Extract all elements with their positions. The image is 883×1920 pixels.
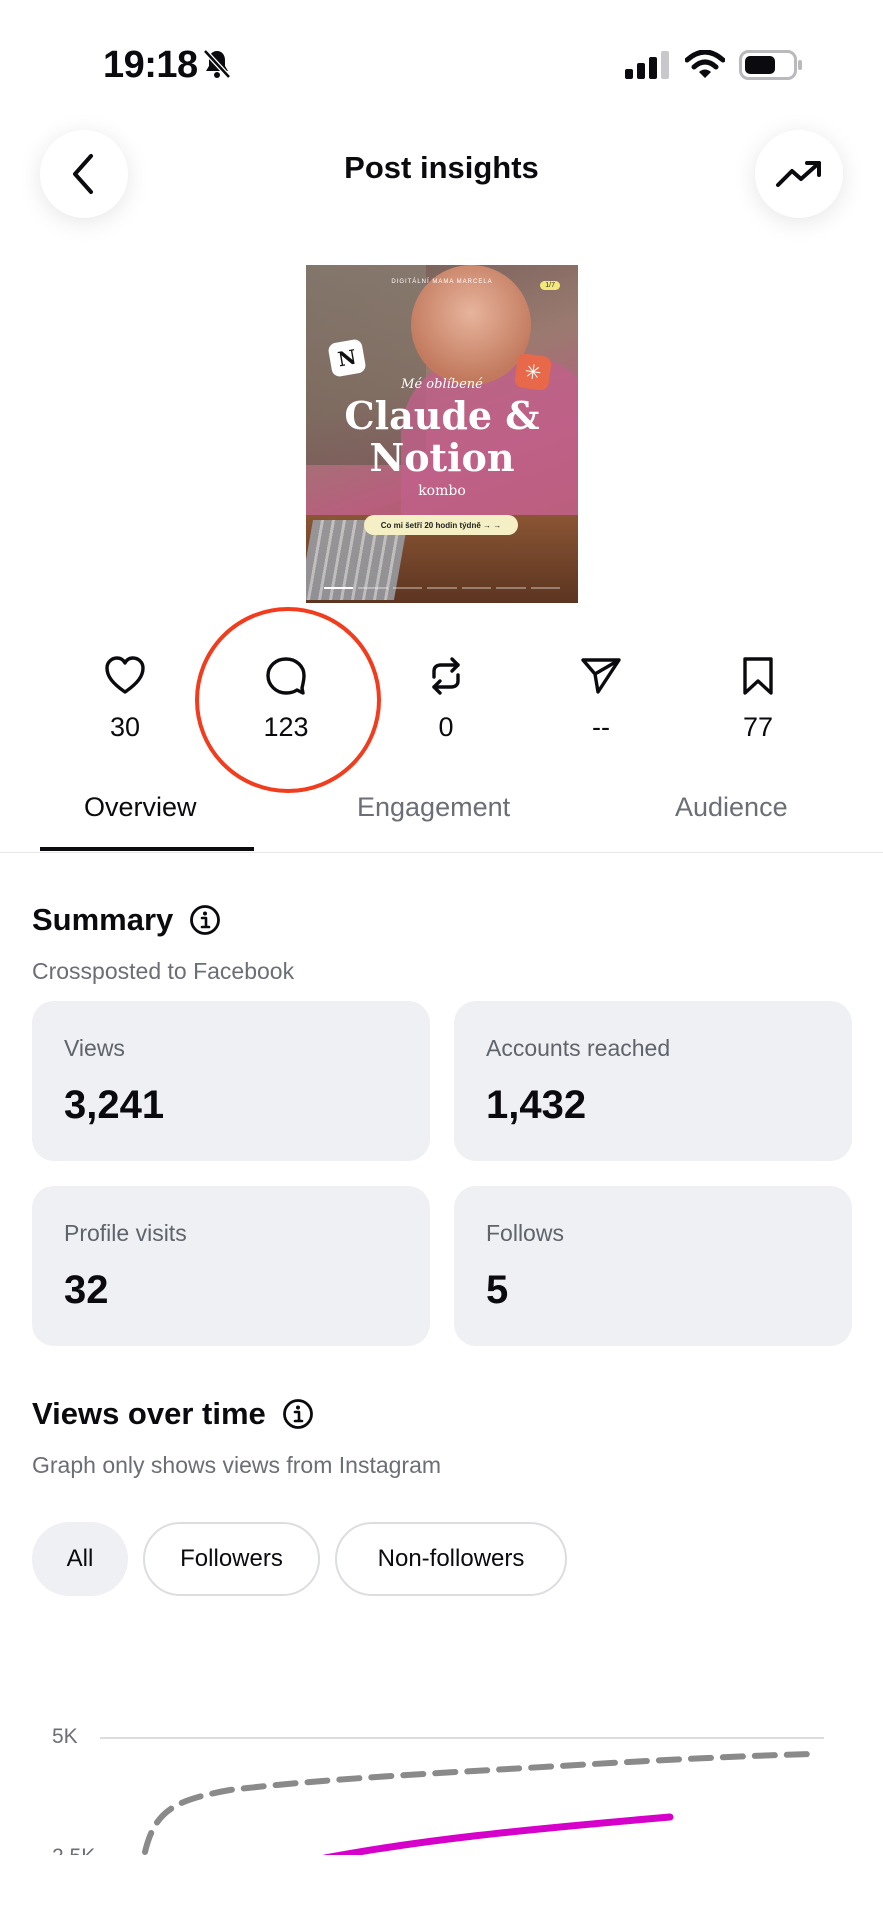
metric-reposts[interactable]: 0: [386, 652, 506, 743]
metric-comments[interactable]: 123: [226, 652, 346, 743]
y-tick-5k: 5K: [52, 1725, 78, 1748]
card-follows-label: Follows: [486, 1220, 564, 1246]
battery-icon: [739, 50, 802, 80]
card-profile-visits-label: Profile visits: [64, 1220, 187, 1246]
card-follows: Follows 5: [454, 1186, 852, 1346]
bookmark-icon: [743, 657, 773, 695]
status-icons: [625, 50, 803, 80]
metrics-row: 30 123 0 -- 77: [0, 652, 883, 752]
metric-shares-value: --: [592, 712, 610, 742]
notion-logo-icon: N: [327, 338, 367, 378]
filter-all-chip[interactable]: All: [32, 1522, 128, 1596]
summary-title: Summary: [32, 902, 174, 937]
metric-shares[interactable]: --: [541, 652, 661, 743]
card-views: Views 3,241: [32, 1001, 430, 1161]
card-views-label: Views: [64, 1035, 125, 1061]
info-icon[interactable]: [282, 1398, 314, 1430]
thumbnail-line-kombo: kombo: [418, 483, 466, 499]
series-solid-line: [323, 1813, 674, 1855]
summary-subtitle: Crossposted to Facebook: [32, 958, 295, 984]
tab-audience[interactable]: Audience: [675, 792, 788, 823]
views-chart: 5K 2.5K: [0, 1700, 883, 1855]
metric-likes-value: 30: [109, 712, 141, 742]
carousel-indicator: [324, 587, 560, 589]
status-time: 19:18: [103, 44, 198, 86]
bell-muted-icon: [203, 49, 231, 79]
trending-up-icon: [776, 161, 821, 187]
tab-overview[interactable]: Overview: [84, 792, 197, 823]
card-follows-value: 5: [486, 1268, 509, 1312]
signal-icon: [625, 51, 669, 79]
page-title: Post insights: [344, 150, 539, 185]
thumbnail-line-big-1: Claude &: [344, 393, 540, 438]
card-accounts-reached-value: 1,432: [486, 1083, 587, 1127]
tab-bar: Overview Engagement Audience: [0, 780, 883, 853]
comment-icon: [266, 657, 306, 695]
chart-plot: [100, 1737, 824, 1855]
thumbnail-line-big-2: Notion: [369, 435, 515, 480]
card-accounts-reached: Accounts reached 1,432: [454, 1001, 852, 1161]
metric-comments-value: 123: [263, 712, 309, 742]
status-bar: 19:18: [0, 0, 883, 130]
thumbnail-pager: 1/7: [540, 281, 560, 290]
header: Post insights: [0, 120, 883, 220]
info-icon[interactable]: [189, 904, 221, 936]
thumbnail-cta: Co mi šetří 20 hodin týdně → →: [364, 515, 518, 535]
repost-icon: [432, 657, 460, 695]
card-accounts-reached-label: Accounts reached: [486, 1035, 671, 1061]
tab-engagement[interactable]: Engagement: [357, 792, 510, 823]
filter-non-followers-chip[interactable]: Non-followers: [335, 1522, 567, 1596]
metric-saves-value: 77: [742, 712, 774, 742]
y-tick-2-5k: 2.5K: [52, 1845, 95, 1855]
views-over-time-heading: Views over time: [32, 1396, 314, 1432]
views-over-time-subtitle: Graph only shows views from Instagram: [32, 1452, 442, 1478]
trend-button[interactable]: [755, 130, 843, 218]
summary-heading: Summary: [32, 902, 221, 938]
metric-reposts-value: 0: [438, 712, 454, 742]
metric-likes[interactable]: 30: [65, 652, 185, 743]
metric-saves[interactable]: 77: [698, 652, 818, 743]
card-profile-visits-value: 32: [64, 1268, 109, 1312]
wifi-icon: [685, 50, 725, 78]
active-tab-underline: [40, 847, 254, 851]
filter-followers-chip[interactable]: Followers: [143, 1522, 320, 1596]
post-thumbnail[interactable]: DIGITÁLNÍ MAMA MARCELA 1/7 N ✳ Mé oblíbe…: [306, 265, 578, 603]
share-icon: [581, 658, 621, 694]
card-views-value: 3,241: [64, 1083, 165, 1127]
thumbnail-brand: DIGITÁLNÍ MAMA MARCELA: [391, 279, 493, 285]
thumbnail-line-small: Mé oblíbené: [401, 377, 483, 392]
views-over-time-title: Views over time: [32, 1396, 266, 1431]
card-profile-visits: Profile visits 32: [32, 1186, 430, 1346]
heart-icon: [105, 656, 145, 694]
